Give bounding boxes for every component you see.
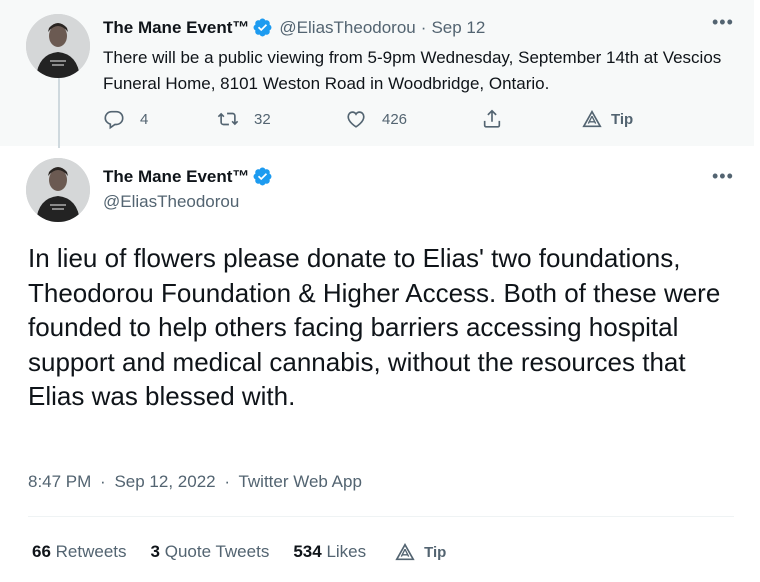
quote-tweets-count: 3	[150, 542, 160, 561]
retweet-count: 32	[254, 110, 271, 128]
retweets-label: Retweets	[55, 542, 127, 561]
retweet-button[interactable]: 32	[217, 108, 271, 130]
parent-tweet-header: The Mane Event™ @EliasTheodorou · Sep 12	[103, 17, 485, 38]
more-icon[interactable]: •••	[712, 166, 734, 187]
likes-label: Likes	[326, 542, 367, 561]
tweet-time[interactable]: 8:47 PM	[28, 472, 91, 491]
retweets-count: 66	[32, 542, 51, 561]
tweet-stats: 66 Retweets 3 Quote Tweets 534 Likes Tip	[32, 541, 446, 563]
share-button[interactable]	[481, 108, 503, 130]
tweet-source[interactable]: Twitter Web App	[238, 472, 361, 491]
retweets-stat[interactable]: 66 Retweets	[32, 542, 127, 562]
share-icon	[481, 108, 503, 130]
tip-icon	[581, 108, 603, 130]
tip-button[interactable]: Tip	[394, 541, 446, 563]
likes-count: 534	[293, 542, 322, 561]
quote-tweets-label: Quote Tweets	[164, 542, 270, 561]
main-tweet: The Mane Event™ @EliasTheodorou ••• In l…	[0, 148, 760, 582]
tip-label: Tip	[424, 543, 447, 561]
avatar[interactable]	[26, 14, 90, 78]
verified-badge-icon	[252, 166, 273, 187]
more-icon[interactable]: •••	[712, 12, 734, 33]
tip-button[interactable]: Tip	[581, 108, 633, 130]
like-icon	[345, 108, 367, 130]
tweet-meta: 8:47 PM · Sep 12, 2022 · Twitter Web App	[28, 472, 366, 492]
likes-stat[interactable]: 534 Likes	[293, 542, 366, 562]
tip-icon	[395, 542, 415, 561]
tweet-date[interactable]: Sep 12	[431, 18, 485, 38]
reply-count: 4	[140, 110, 149, 128]
main-tweet-text: In lieu of flowers please donate to Elia…	[28, 243, 721, 411]
quote-tweets-stat[interactable]: 3 Quote Tweets	[151, 542, 270, 562]
avatar[interactable]	[26, 158, 90, 222]
verified-badge-icon	[252, 17, 273, 38]
parent-tweet-text: There will be a public viewing from 5-9p…	[103, 48, 722, 93]
retweet-icon	[217, 108, 239, 130]
like-button[interactable]: 426	[345, 108, 407, 130]
like-count: 426	[382, 110, 408, 128]
author-handle[interactable]: @EliasTheodorou	[279, 18, 415, 38]
main-tweet-name-row: The Mane Event™	[103, 166, 273, 187]
separator-dot: ·	[100, 472, 106, 491]
author-handle[interactable]: @EliasTheodorou	[103, 192, 239, 212]
tip-label: Tip	[611, 110, 634, 128]
tweet-date[interactable]: Sep 12, 2022	[114, 472, 215, 491]
tweet-actions: 4 32 426 Tip	[103, 108, 663, 134]
reply-button[interactable]: 4	[103, 108, 148, 130]
author-name[interactable]: The Mane Event™	[103, 167, 249, 187]
author-name[interactable]: The Mane Event™	[103, 18, 249, 38]
parent-tweet[interactable]: The Mane Event™ @EliasTheodorou · Sep 12…	[0, 0, 754, 148]
divider	[28, 516, 734, 517]
separator-dot: ·	[224, 472, 231, 491]
reply-icon	[103, 108, 125, 130]
thread-connector-line	[58, 72, 60, 148]
separator-dot: ·	[420, 17, 427, 37]
